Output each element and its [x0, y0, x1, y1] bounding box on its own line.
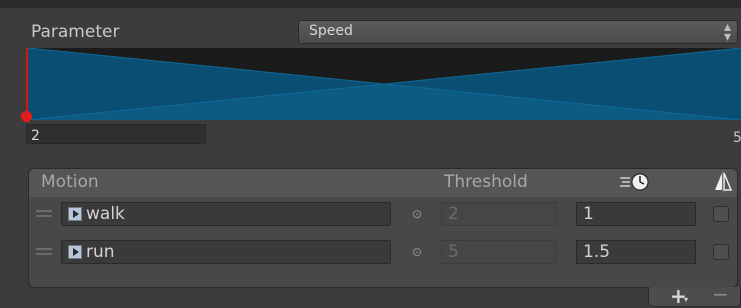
dropdown-arrows-icon: ▴ ▾	[723, 19, 731, 45]
threshold-column-header: Threshold	[444, 172, 528, 192]
mirror-icon	[712, 170, 734, 194]
threshold-value: 2	[448, 204, 459, 224]
object-picker-icon[interactable]: ⊙	[412, 245, 422, 259]
threshold-value: 5	[448, 242, 459, 262]
speed-value: 1	[583, 204, 594, 224]
blend-position-handle[interactable]	[21, 111, 32, 122]
parameter-label: Parameter	[31, 22, 120, 42]
animation-clip-icon	[68, 245, 82, 259]
threshold-field-run: 5	[441, 240, 557, 264]
blend-graph[interactable]	[28, 48, 741, 120]
motion-name: run	[86, 242, 115, 262]
threshold-field-walk: 2	[441, 202, 557, 226]
animation-clip-icon	[68, 207, 82, 221]
max-value-label: 5	[733, 130, 741, 146]
row-drag-handle[interactable]	[36, 210, 52, 218]
mirror-checkbox-run[interactable]	[713, 244, 729, 260]
motion-field-walk[interactable]: walk	[61, 202, 391, 226]
motion-column-header: Motion	[41, 172, 99, 192]
speed-field-run[interactable]: 1.5	[576, 240, 696, 264]
min-value-field[interactable]	[26, 124, 206, 145]
parameter-selected-value: Speed	[309, 23, 353, 39]
object-picker-icon[interactable]: ⊙	[412, 207, 422, 221]
parameter-dropdown[interactable]: Speed ▴ ▾	[298, 20, 738, 44]
speed-value: 1.5	[583, 242, 611, 262]
motion-field-run[interactable]: run	[61, 240, 391, 264]
add-dropdown-caret-icon[interactable]: ▾	[684, 295, 688, 304]
speed-field-walk[interactable]: 1	[576, 202, 696, 226]
motion-name: walk	[86, 204, 125, 224]
remove-motion-button[interactable]: −	[712, 282, 729, 306]
animation-speed-icon	[618, 170, 656, 194]
row-drag-handle[interactable]	[36, 248, 52, 256]
min-value-input[interactable]	[27, 127, 205, 145]
mirror-checkbox-walk[interactable]	[713, 206, 729, 222]
blend-position-marker[interactable]	[26, 48, 28, 120]
top-border	[0, 0, 741, 8]
